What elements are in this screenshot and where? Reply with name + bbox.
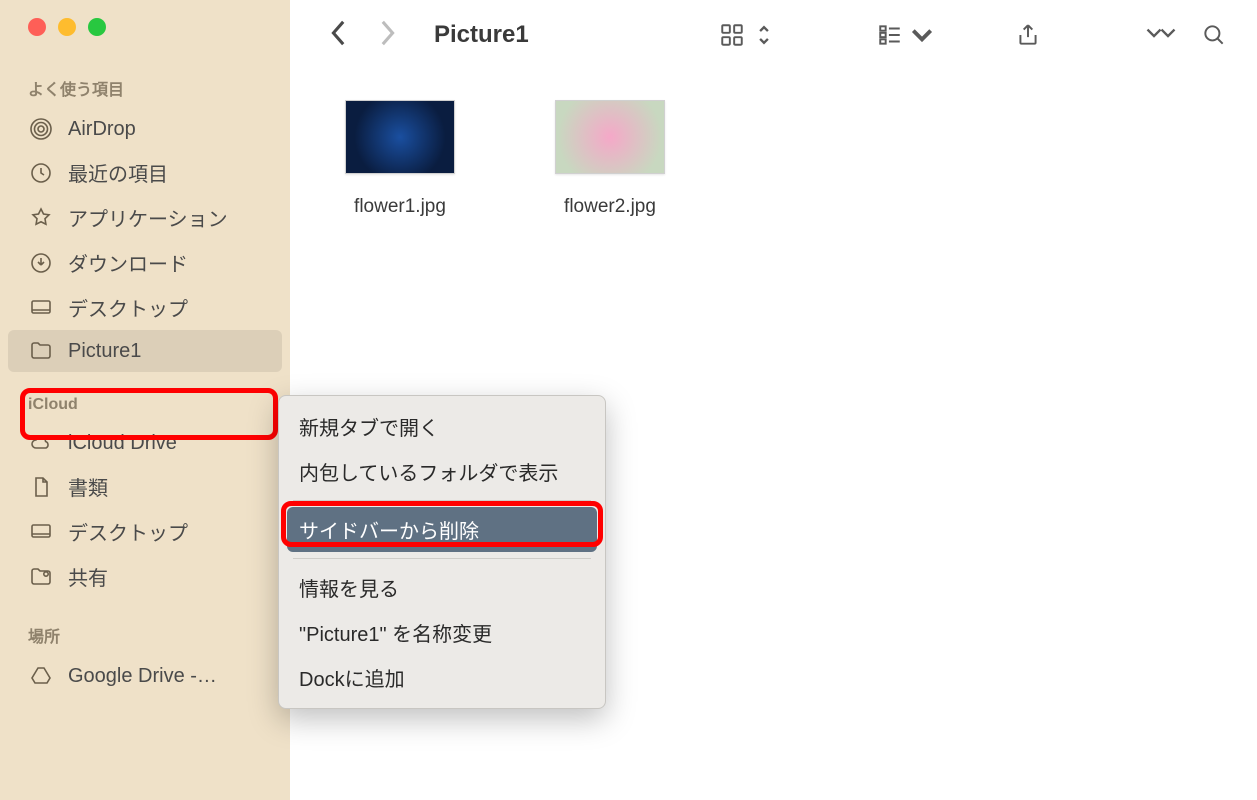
clock-icon bbox=[28, 160, 54, 186]
toolbar: Picture1 bbox=[290, 0, 1257, 70]
context-menu: 新規タブで開く 内包しているフォルダで表示 サイドバーから削除 情報を見る "P… bbox=[278, 395, 606, 709]
sidebar-item-desktop[interactable]: デスクトップ bbox=[0, 285, 290, 330]
ctx-add-to-dock[interactable]: Dockに追加 bbox=[279, 655, 605, 700]
desktop-icon bbox=[28, 519, 54, 545]
sidebar-heading-locations: 場所 bbox=[0, 623, 290, 655]
ctx-separator bbox=[293, 558, 591, 559]
view-icons-button[interactable] bbox=[719, 22, 777, 48]
zoom-window-button[interactable] bbox=[88, 18, 106, 36]
ctx-remove-from-sidebar[interactable]: サイドバーから削除 bbox=[287, 507, 597, 552]
sidebar-item-documents[interactable]: 書類 bbox=[0, 464, 290, 509]
search-button[interactable] bbox=[1201, 22, 1227, 48]
applications-icon bbox=[28, 205, 54, 231]
sidebar-item-label: ダウンロード bbox=[68, 248, 188, 277]
window-controls bbox=[0, 18, 290, 36]
sidebar-item-airdrop[interactable]: AirDrop bbox=[0, 108, 290, 150]
sidebar-item-picture1[interactable]: Picture1 bbox=[8, 330, 282, 372]
close-window-button[interactable] bbox=[28, 18, 46, 36]
sidebar-item-label: デスクトップ bbox=[68, 293, 188, 322]
sidebar-item-label: デスクトップ bbox=[68, 517, 188, 546]
back-button[interactable] bbox=[330, 19, 348, 52]
sidebar-item-applications[interactable]: アプリケーション bbox=[0, 195, 290, 240]
cloud-icon bbox=[28, 430, 54, 456]
finder-window: よく使う項目 AirDrop 最近の項目 アプリケーション bbox=[0, 0, 1257, 800]
drive-icon bbox=[28, 663, 54, 689]
sidebar-item-label: 最近の項目 bbox=[68, 158, 168, 187]
sidebar-item-icloud-drive[interactable]: iCloud Drive bbox=[0, 422, 290, 464]
ctx-show-in-enclosing-folder[interactable]: 内包しているフォルダで表示 bbox=[279, 449, 605, 494]
sidebar-section-favorites: よく使う項目 AirDrop 最近の項目 アプリケーション bbox=[0, 76, 290, 372]
folder-icon bbox=[28, 338, 54, 364]
overflow-button[interactable] bbox=[1141, 22, 1181, 48]
sidebar-item-google-drive[interactable]: Google Drive -… bbox=[0, 655, 290, 697]
document-icon bbox=[28, 474, 54, 500]
sidebar-item-shared[interactable]: 共有 bbox=[0, 554, 290, 599]
group-by-button[interactable] bbox=[877, 22, 935, 48]
sidebar-item-label: 共有 bbox=[68, 562, 108, 591]
file-name: flower2.jpg bbox=[564, 196, 656, 218]
share-button[interactable] bbox=[1015, 22, 1041, 48]
sidebar-item-label: Picture1 bbox=[68, 340, 141, 363]
ctx-separator bbox=[293, 500, 591, 501]
sidebar-heading-icloud: iCloud bbox=[0, 396, 290, 422]
desktop-icon bbox=[28, 295, 54, 321]
sidebar-item-label: Google Drive -… bbox=[68, 665, 217, 688]
window-title: Picture1 bbox=[434, 21, 529, 49]
download-icon bbox=[28, 250, 54, 276]
sidebar-heading-favorites: よく使う項目 bbox=[0, 76, 290, 108]
sidebar-item-recents[interactable]: 最近の項目 bbox=[0, 150, 290, 195]
ctx-open-new-tab[interactable]: 新規タブで開く bbox=[279, 404, 605, 449]
file-thumbnail bbox=[555, 100, 665, 174]
forward-button[interactable] bbox=[378, 19, 396, 52]
file-item[interactable]: flower1.jpg bbox=[330, 100, 470, 218]
sidebar-item-label: 書類 bbox=[68, 472, 108, 501]
sidebar-section-icloud: iCloud iCloud Drive 書類 デスクトップ bbox=[0, 396, 290, 599]
sidebar-item-icloud-desktop[interactable]: デスクトップ bbox=[0, 509, 290, 554]
shared-folder-icon bbox=[28, 564, 54, 590]
file-thumbnail bbox=[345, 100, 455, 174]
sidebar-item-label: AirDrop bbox=[68, 118, 136, 141]
sidebar-section-locations: 場所 Google Drive -… bbox=[0, 623, 290, 697]
ctx-get-info[interactable]: 情報を見る bbox=[279, 565, 605, 610]
ctx-rename[interactable]: "Picture1" を名称変更 bbox=[279, 610, 605, 655]
file-name: flower1.jpg bbox=[354, 196, 446, 218]
sidebar-item-label: iCloud Drive bbox=[68, 432, 177, 455]
airdrop-icon bbox=[28, 116, 54, 142]
sidebar-item-label: アプリケーション bbox=[68, 203, 228, 232]
minimize-window-button[interactable] bbox=[58, 18, 76, 36]
nav-arrows bbox=[330, 19, 396, 52]
file-item[interactable]: flower2.jpg bbox=[540, 100, 680, 218]
sidebar: よく使う項目 AirDrop 最近の項目 アプリケーション bbox=[0, 0, 290, 800]
sidebar-item-downloads[interactable]: ダウンロード bbox=[0, 240, 290, 285]
